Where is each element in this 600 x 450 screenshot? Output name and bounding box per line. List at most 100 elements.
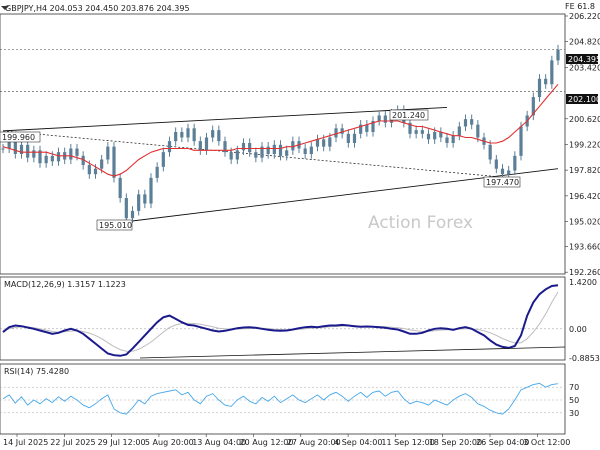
candle-body (149, 177, 153, 204)
candle-body (192, 128, 196, 142)
candle-body (383, 115, 387, 123)
candle-body (248, 142, 252, 153)
candle-body (1, 148, 5, 150)
chart-title: GBPJPY,H4 204.053 204.450 203.876 204.39… (5, 4, 190, 13)
macd-tick-label: -0.8853 (569, 354, 600, 363)
candle-body (309, 146, 313, 155)
candle-body (328, 137, 332, 147)
candle-body (322, 139, 326, 147)
candle-body (56, 152, 61, 162)
annotation-mid-high: 201.240 (389, 109, 429, 121)
macd-signal-line (2, 291, 559, 352)
candle-body (69, 148, 73, 160)
time-tick-label: 27 Aug 20:00 (287, 438, 341, 447)
time-tick-label: 22 Jul 2025 (50, 438, 95, 447)
rsi-line (2, 382, 559, 415)
candle-body (124, 198, 128, 219)
candle-body (130, 210, 135, 219)
time-tick-label: 20 Aug 12:00 (240, 438, 294, 447)
svg-text:197.470: 197.470 (486, 178, 519, 187)
time-tick-label: 26 Sep 04:00 (476, 438, 529, 447)
candle-body (143, 194, 147, 204)
price-tick-label: 192.260 (569, 268, 600, 277)
candle-body (266, 146, 270, 155)
rsi-label: RSI(14) 75.4280 (4, 367, 69, 376)
candle-body (334, 128, 338, 138)
price-tick-label: 200.620 (569, 115, 600, 124)
time-tick-label: 14 Jul 2025 (3, 438, 48, 447)
svg-text:195.010: 195.010 (99, 221, 132, 230)
time-tick-label: 5 Aug 20:00 (145, 438, 194, 447)
price-tick-label: 197.820 (569, 166, 600, 175)
time-tick-label: 3 Oct 12:00 (523, 438, 570, 447)
moving-average-line (2, 83, 559, 177)
candle-body (285, 150, 289, 156)
candle-body (476, 124, 480, 138)
candle-body (229, 152, 233, 160)
rsi-panel-frame (0, 363, 566, 435)
price-tick-label: 199.220 (569, 140, 600, 149)
candle-body (44, 155, 48, 164)
svg-text:201.240: 201.240 (392, 111, 425, 120)
candle-body (488, 144, 492, 160)
candle-body (50, 155, 54, 162)
candle-body (352, 133, 357, 143)
candle-body (87, 165, 91, 175)
candle-body (340, 128, 344, 134)
candle-body (445, 137, 449, 143)
candle-body (174, 131, 178, 142)
annotation-left-high: 199.960 (0, 131, 41, 143)
fe-tag: FE 61.8 (565, 2, 595, 11)
price-tick-label: 203.420 (569, 63, 600, 72)
candle-body (167, 141, 172, 153)
level-202-tag: 202.100 (566, 94, 600, 104)
candle-body (137, 194, 141, 211)
time-tick-label: 13 Aug 04:00 (192, 438, 246, 447)
candle-body (198, 141, 202, 151)
candle-body (315, 139, 320, 147)
candle-body (365, 124, 369, 132)
price-axis: 206.220 204.820 203.420 200.620 199.220 197.8… (565, 12, 600, 277)
macd-line (2, 284, 559, 357)
candle-body (100, 159, 104, 169)
candle-body (211, 130, 215, 138)
rsi-tick-label: 30 (569, 409, 579, 418)
svg-text:199.960: 199.960 (2, 133, 35, 142)
time-tick-label: 4 Sep 04:00 (334, 438, 382, 447)
candle-body (537, 78, 542, 98)
candle-body (433, 131, 437, 140)
candle-body (470, 119, 474, 125)
candle-body (241, 142, 246, 151)
candle-body (186, 128, 190, 138)
price-panel-frame (0, 13, 566, 275)
candle-body (32, 150, 36, 158)
time-tick-label: 18 Sep 20:00 (429, 438, 482, 447)
macd-panel-frame (0, 276, 566, 361)
candle-body (544, 78, 548, 85)
candle-body (155, 166, 159, 178)
candle-body (377, 115, 381, 121)
gbpjpy-chart: GBPJPY,H4 204.053 204.450 203.876 204.39… (0, 2, 600, 447)
candle-body (254, 152, 258, 158)
candle-body (414, 130, 418, 134)
candle-body (420, 130, 424, 134)
candle-body (106, 146, 110, 160)
candle-body (500, 168, 505, 175)
candle-body (204, 137, 209, 151)
candle-body (75, 148, 79, 156)
price-tick-label: 204.820 (569, 38, 600, 47)
annotation-sep-low: 197.470 (483, 176, 521, 188)
candle-body (93, 168, 98, 175)
macd-trendline (139, 346, 566, 359)
candle-body (303, 148, 307, 155)
candle-body (278, 144, 283, 156)
candle-body (118, 177, 122, 199)
annotation-low: 195.010 (96, 219, 133, 231)
candle-body (26, 144, 30, 158)
candle-body (346, 133, 350, 143)
watermark: Action Forex (368, 213, 473, 233)
time-axis: 14 Jul 2025 22 Jul 2025 29 Jul 12:00 5 Aug … (3, 434, 570, 447)
candle-body (519, 126, 523, 156)
rsi-tick-label: 50 (569, 396, 579, 405)
candle-body (291, 141, 295, 151)
